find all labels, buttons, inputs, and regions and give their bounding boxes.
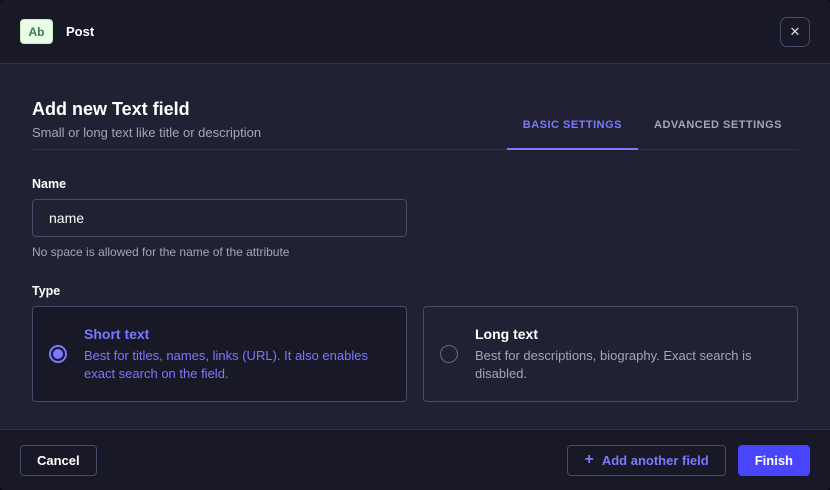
footer-actions: + Add another field Finish <box>567 445 810 476</box>
name-label: Name <box>32 177 798 191</box>
type-label: Type <box>32 284 798 298</box>
name-hint: No space is allowed for the name of the … <box>32 245 798 259</box>
add-another-field-button[interactable]: + Add another field <box>567 445 725 476</box>
modal-footer: Cancel + Add another field Finish <box>0 429 830 490</box>
option-description: Best for descriptions, biography. Exact … <box>475 347 781 382</box>
type-option-cards: Short text Best for titles, names, links… <box>32 306 798 402</box>
finish-button[interactable]: Finish <box>738 445 810 476</box>
close-button[interactable]: ✕ <box>780 17 810 47</box>
radio-unselected-icon[interactable] <box>440 345 458 363</box>
option-text: Short text Best for titles, names, links… <box>84 326 390 382</box>
dialog-title: Add new Text field <box>32 97 261 121</box>
dialog-heading: Add new Text field Small or long text li… <box>32 97 261 149</box>
modal-body: Add new Text field Small or long text li… <box>0 64 830 429</box>
close-icon: ✕ <box>790 25 801 38</box>
modal-header: Ab Post ✕ <box>0 0 830 64</box>
option-card-short-text[interactable]: Short text Best for titles, names, links… <box>32 306 407 402</box>
option-title: Short text <box>84 326 390 342</box>
content-type-title: Post <box>66 24 94 39</box>
option-text: Long text Best for descriptions, biograp… <box>475 326 781 382</box>
dialog-heading-row: Add new Text field Small or long text li… <box>32 64 798 150</box>
radio-selected-icon[interactable] <box>49 345 67 363</box>
content-type-badge-icon: Ab <box>20 19 53 44</box>
name-field-group: Name No space is allowed for the name of… <box>32 177 798 259</box>
tab-basic-settings[interactable]: BASIC SETTINGS <box>507 107 638 150</box>
tab-advanced-settings[interactable]: ADVANCED SETTINGS <box>638 107 798 150</box>
option-description: Best for titles, names, links (URL). It … <box>84 347 390 382</box>
option-title: Long text <box>475 326 781 342</box>
add-another-field-label: Add another field <box>602 454 709 467</box>
add-field-modal: Ab Post ✕ Add new Text field Small or lo… <box>0 0 830 490</box>
cancel-button[interactable]: Cancel <box>20 445 97 476</box>
settings-tabs: BASIC SETTINGS ADVANCED SETTINGS <box>507 107 798 150</box>
name-input[interactable] <box>32 199 407 237</box>
plus-icon: + <box>584 452 593 468</box>
option-card-long-text[interactable]: Long text Best for descriptions, biograp… <box>423 306 798 402</box>
type-field-group: Type Short text Best for titles, names, … <box>32 284 798 402</box>
dialog-subtitle: Small or long text like title or descrip… <box>32 125 261 140</box>
